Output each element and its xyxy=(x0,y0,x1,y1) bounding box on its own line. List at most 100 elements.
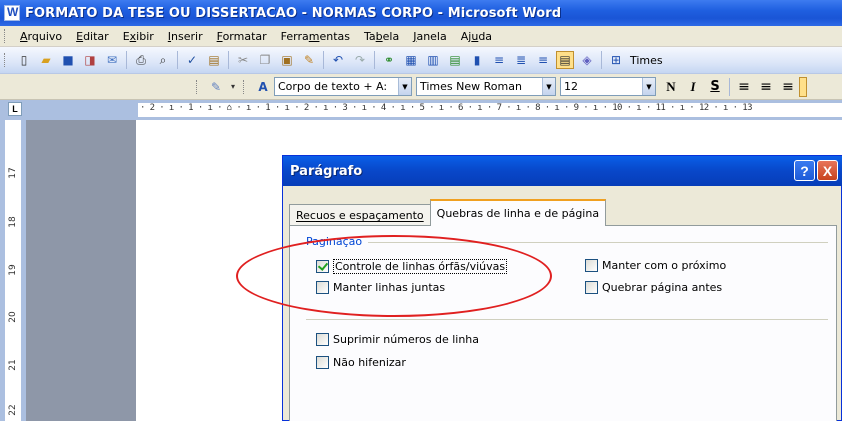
menu-inserir[interactable]: Inserir xyxy=(161,30,210,43)
email-icon[interactable]: ✉ xyxy=(103,51,121,69)
checkbox-label: Manter com o próximo xyxy=(602,259,727,272)
toolbar-grip[interactable] xyxy=(196,79,199,94)
checkbox-box[interactable] xyxy=(316,281,329,294)
toolbar-separator xyxy=(374,51,375,69)
keep-lines-together-checkbox[interactable]: Manter linhas juntas xyxy=(316,281,445,294)
underline-button[interactable]: S xyxy=(704,77,726,97)
menu-bar: Arquivo Editar Exibir Inserir Formatar F… xyxy=(0,26,842,47)
font-name-partial[interactable]: Times xyxy=(627,51,667,70)
align-left-icon[interactable]: ≡ xyxy=(733,77,755,97)
chevron-down-icon[interactable]: ▼ xyxy=(542,78,555,95)
horizontal-ruler: L · 2 · ı · 1 · ı · ⌂ · ı · 1 · ı · 2 · … xyxy=(0,100,842,120)
checkbox-box[interactable] xyxy=(585,281,598,294)
vruler-label: 18 xyxy=(8,216,18,228)
bold-button[interactable]: N xyxy=(660,77,682,97)
toolbar-separator xyxy=(126,51,127,69)
vruler-label: 21 xyxy=(8,359,18,371)
styles-icon[interactable]: ⊞ xyxy=(607,51,625,69)
checkbox-box[interactable] xyxy=(316,333,329,346)
keep-with-next-checkbox[interactable]: Manter com o próximo xyxy=(585,259,726,272)
menu-editar[interactable]: Editar xyxy=(69,30,116,43)
page-break-before-checkbox[interactable]: Quebrar página antes xyxy=(585,281,722,294)
word-app-icon[interactable] xyxy=(4,5,20,21)
styles-formatting-icon[interactable]: A xyxy=(254,78,272,96)
columns-icon[interactable]: ▮ xyxy=(468,51,486,69)
menu-ferramentas[interactable]: Ferramentas xyxy=(274,30,357,43)
document-map-icon[interactable]: ≣ xyxy=(512,51,530,69)
checkbox-box[interactable] xyxy=(585,259,598,272)
cut-icon[interactable]: ✂ xyxy=(234,51,252,69)
spelling-icon[interactable]: ✓ xyxy=(183,51,201,69)
undo-icon[interactable]: ↶ xyxy=(329,51,347,69)
copy-icon[interactable]: ❐ xyxy=(256,51,274,69)
menu-janela[interactable]: Janela xyxy=(406,30,454,43)
font-select[interactable]: Times New Roman ▼ xyxy=(416,77,556,96)
toolbar-grip[interactable] xyxy=(243,79,246,94)
drawing-icon[interactable]: ≡ xyxy=(490,51,508,69)
permission-icon[interactable]: ◨ xyxy=(81,51,99,69)
formatting-toolbar: ✎ ▾ A Corpo de texto + A: ▼ Times New Ro… xyxy=(0,74,842,100)
menu-arquivo[interactable]: Arquivo xyxy=(13,30,69,43)
menu-exibir[interactable]: Exibir xyxy=(116,30,161,43)
dialog-tabs: Recuos e espaçamento Quebras de linha e … xyxy=(289,198,607,226)
tab-selector[interactable]: L xyxy=(8,102,22,116)
research-icon[interactable]: ▤ xyxy=(205,51,223,69)
tab-label: Recuos e espaçamento xyxy=(296,209,424,222)
tab-indents-spacing[interactable]: Recuos e espaçamento xyxy=(289,204,431,226)
close-button[interactable]: X xyxy=(817,160,838,181)
vruler-label: 17 xyxy=(8,167,18,179)
toolbar-options-icon[interactable]: ▾ xyxy=(229,78,237,96)
toolbar-separator xyxy=(601,51,602,69)
chevron-down-icon[interactable]: ▼ xyxy=(398,78,411,95)
dialog-titlebar[interactable]: Parágrafo ? X xyxy=(283,156,842,186)
redo-icon[interactable]: ↷ xyxy=(351,51,369,69)
format-painter-icon[interactable]: ✎ xyxy=(300,51,318,69)
align-center-icon[interactable]: ≡ xyxy=(755,77,777,97)
help-button[interactable]: ? xyxy=(794,160,815,181)
tab-line-page-breaks[interactable]: Quebras de linha e de página xyxy=(429,199,607,226)
vruler-label: 22 xyxy=(8,404,18,416)
style-select[interactable]: Corpo de texto + A: ▼ xyxy=(274,77,412,96)
toolbar-separator xyxy=(177,51,178,69)
task-pane-icon[interactable]: ✎ xyxy=(207,78,225,96)
checkbox-label: Não hifenizar xyxy=(333,356,406,369)
toolbar-grip[interactable] xyxy=(4,53,7,67)
dont-hyphenate-checkbox[interactable]: Não hifenizar xyxy=(316,356,406,369)
align-right-icon[interactable]: ≡ xyxy=(777,77,799,97)
open-folder-icon[interactable]: ▰ xyxy=(37,51,55,69)
checkbox-box[interactable] xyxy=(316,356,329,369)
paragraph-dialog: Parágrafo ? X Recuos e espaçamento Quebr… xyxy=(282,155,842,421)
insert-table-icon[interactable]: ▥ xyxy=(424,51,442,69)
font-size-value: 12 xyxy=(564,80,578,93)
group-divider xyxy=(368,242,828,243)
toolbar-separator xyxy=(228,51,229,69)
menu-formatar[interactable]: Formatar xyxy=(210,30,274,43)
toolbar-separator xyxy=(323,51,324,69)
show-hide-icon[interactable]: ≡ xyxy=(534,51,552,69)
suppress-line-numbers-checkbox[interactable]: Suprimir números de linha xyxy=(316,333,479,346)
menubar-grip[interactable] xyxy=(4,29,7,43)
ruler-scale: · 2 · ı · 1 · ı · ⌂ · ı · 1 · ı · 2 · ı … xyxy=(140,103,753,113)
print-icon[interactable]: ⎙ xyxy=(132,51,150,69)
reading-icon[interactable]: ◈ xyxy=(578,51,596,69)
print-preview-icon[interactable]: ⌕ xyxy=(154,51,172,69)
tables-borders-icon[interactable]: ▦ xyxy=(402,51,420,69)
checkbox-label: Quebrar página antes xyxy=(602,281,723,294)
chevron-down-icon[interactable]: ▼ xyxy=(642,78,655,95)
vertical-ruler: 17 18 19 20 21 22 xyxy=(0,120,26,421)
save-icon[interactable]: ■ xyxy=(59,51,77,69)
widow-orphan-control-checkbox[interactable]: Controle de linhas órfãs/viúvas xyxy=(316,259,508,274)
menu-ajuda[interactable]: Ajuda xyxy=(454,30,499,43)
paste-icon[interactable]: ▣ xyxy=(278,51,296,69)
highlight-icon[interactable]: ▤ xyxy=(556,51,574,69)
checkbox-box[interactable] xyxy=(316,260,329,273)
insert-excel-icon[interactable]: ▤ xyxy=(446,51,464,69)
hyperlink-icon[interactable]: ⚭ xyxy=(380,51,398,69)
checkbox-label: Suprimir números de linha xyxy=(333,333,480,346)
font-size-select[interactable]: 12 ▼ xyxy=(560,77,656,96)
justify-icon[interactable] xyxy=(799,76,807,97)
italic-button[interactable]: I xyxy=(682,77,704,97)
toolbar-separator xyxy=(729,77,730,96)
menu-tabela[interactable]: Tabela xyxy=(357,30,406,43)
new-document-icon[interactable]: ▯ xyxy=(15,51,33,69)
